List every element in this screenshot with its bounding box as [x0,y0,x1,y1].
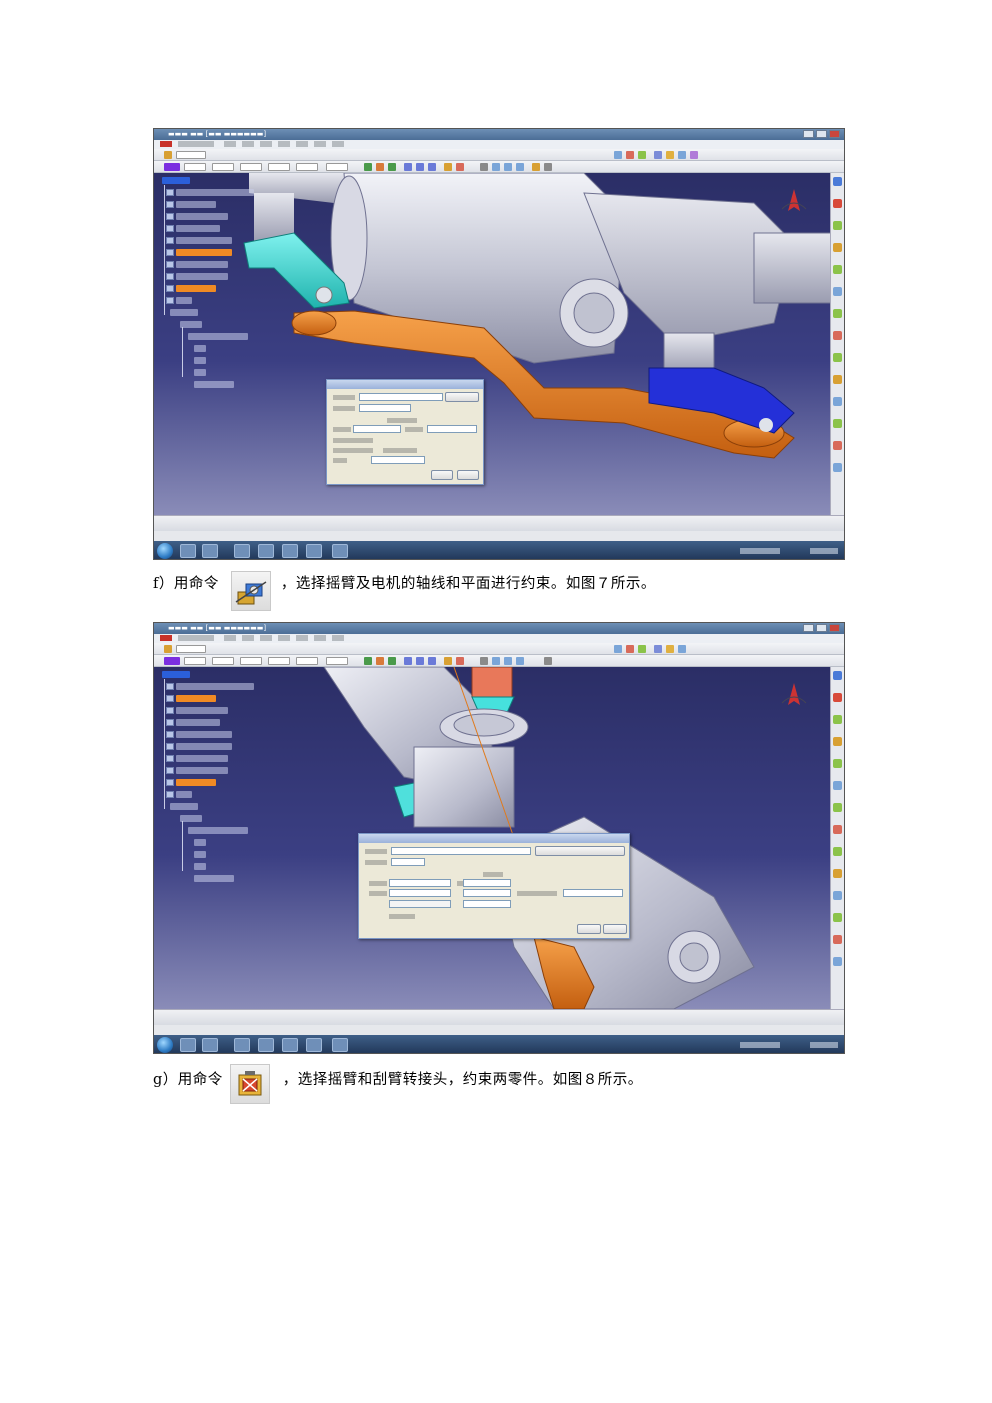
bottom-toolbar[interactable] [154,515,844,531]
dialog-dropdown[interactable] [391,847,531,855]
dialog-element-field[interactable] [463,889,511,897]
dialog-element-field[interactable] [463,879,511,887]
dialog-element-field[interactable] [427,425,477,433]
right-toolbar[interactable] [830,667,844,1009]
window-controls[interactable] [803,130,840,138]
compass-icon[interactable] [781,683,807,705]
coincidence-constraint-icon [231,571,271,611]
toolbar-graphic-properties[interactable] [154,655,844,667]
dialog-value-field[interactable] [563,889,623,897]
compass-icon[interactable] [781,189,807,211]
dialog-element-field[interactable] [389,900,451,908]
window-title: ▬▬▬ ▬▬ [▬▬ ▬▬▬▬▬▬] [168,130,267,138]
caption-f-lead: f）用命令 [153,576,219,592]
catia-screenshot-1: ▬▬▬ ▬▬ [▬▬ ▬▬▬▬▬▬] [153,128,845,560]
assembly-3d-view[interactable] [154,173,832,515]
menu-bar[interactable] [154,634,844,643]
system-tray[interactable] [740,1039,840,1051]
constraint-dialog[interactable] [358,833,630,939]
close-icon[interactable] [829,130,840,138]
toolbar-graphic-properties[interactable] [154,161,844,173]
caption-f: f）用命令 ，选择摇臂及电机的轴线和平面进行约束。如图７所示。 [153,574,656,594]
minimize-icon[interactable] [803,130,814,138]
windows-taskbar[interactable] [154,1035,844,1053]
dialog-name-field[interactable] [391,858,425,866]
dialog-element-field[interactable] [389,879,451,887]
close-icon[interactable] [829,624,840,632]
caption-g-lead: g）用命令 [153,1072,223,1088]
catia-screenshot-2: ▬▬▬ ▬▬ [▬▬ ▬▬▬▬▬▬] [153,622,845,1054]
dialog-titlebar [359,834,629,843]
caption-g-text: ，选择摇臂和刮臂转接头，约束两零件。如图８所示。 [282,1072,643,1088]
dialog-dropdown[interactable] [359,393,443,401]
shaft-sleeve[interactable] [471,667,513,698]
dialog-button[interactable] [535,846,625,856]
dialog-name-field[interactable] [359,404,411,412]
ok-button[interactable] [431,470,453,480]
bottom-toolbar[interactable] [154,1009,844,1025]
window-titlebar: ▬▬▬ ▬▬ [▬▬ ▬▬▬▬▬▬] [154,129,844,140]
status-bar [154,531,844,541]
cancel-button[interactable] [603,924,627,934]
dialog-titlebar [327,380,483,389]
window-controls[interactable] [803,624,840,632]
dialog-element-field[interactable] [463,900,511,908]
ok-button[interactable] [577,924,601,934]
dialog-value-field[interactable] [371,456,425,464]
right-toolbar[interactable] [830,173,844,515]
maximize-icon[interactable] [816,130,827,138]
windows-taskbar[interactable] [154,541,844,559]
caption-f-text: ，选择摇臂及电机的轴线和平面进行约束。如图７所示。 [280,576,656,592]
toolbar-top[interactable] [154,643,844,655]
status-bar [154,1025,844,1035]
cancel-button[interactable] [457,470,479,480]
dialog-button[interactable] [445,392,479,402]
menu-bar[interactable] [154,140,844,149]
fix-together-constraint-icon [230,1064,270,1104]
window-title: ▬▬▬ ▬▬ [▬▬ ▬▬▬▬▬▬] [168,624,267,632]
system-tray[interactable] [740,545,840,557]
start-button-icon[interactable] [157,1037,173,1053]
window-titlebar: ▬▬▬ ▬▬ [▬▬ ▬▬▬▬▬▬] [154,623,844,634]
arm-body[interactable] [413,746,515,828]
toolbar-top[interactable] [154,149,844,161]
maximize-icon[interactable] [816,624,827,632]
caption-g: g）用命令 ，选择摇臂和刮臂转接头，约束两零件。如图８所示。 [153,1070,643,1090]
start-button-icon[interactable] [157,543,173,559]
frame-tube[interactable] [753,232,832,304]
3d-viewport[interactable] [154,173,832,515]
3d-viewport[interactable] [154,667,832,1009]
minimize-icon[interactable] [803,624,814,632]
dialog-element-field[interactable] [389,889,451,897]
dialog-element-field[interactable] [353,425,401,433]
output-shaft[interactable] [663,332,715,374]
constraint-dialog[interactable] [326,379,484,485]
